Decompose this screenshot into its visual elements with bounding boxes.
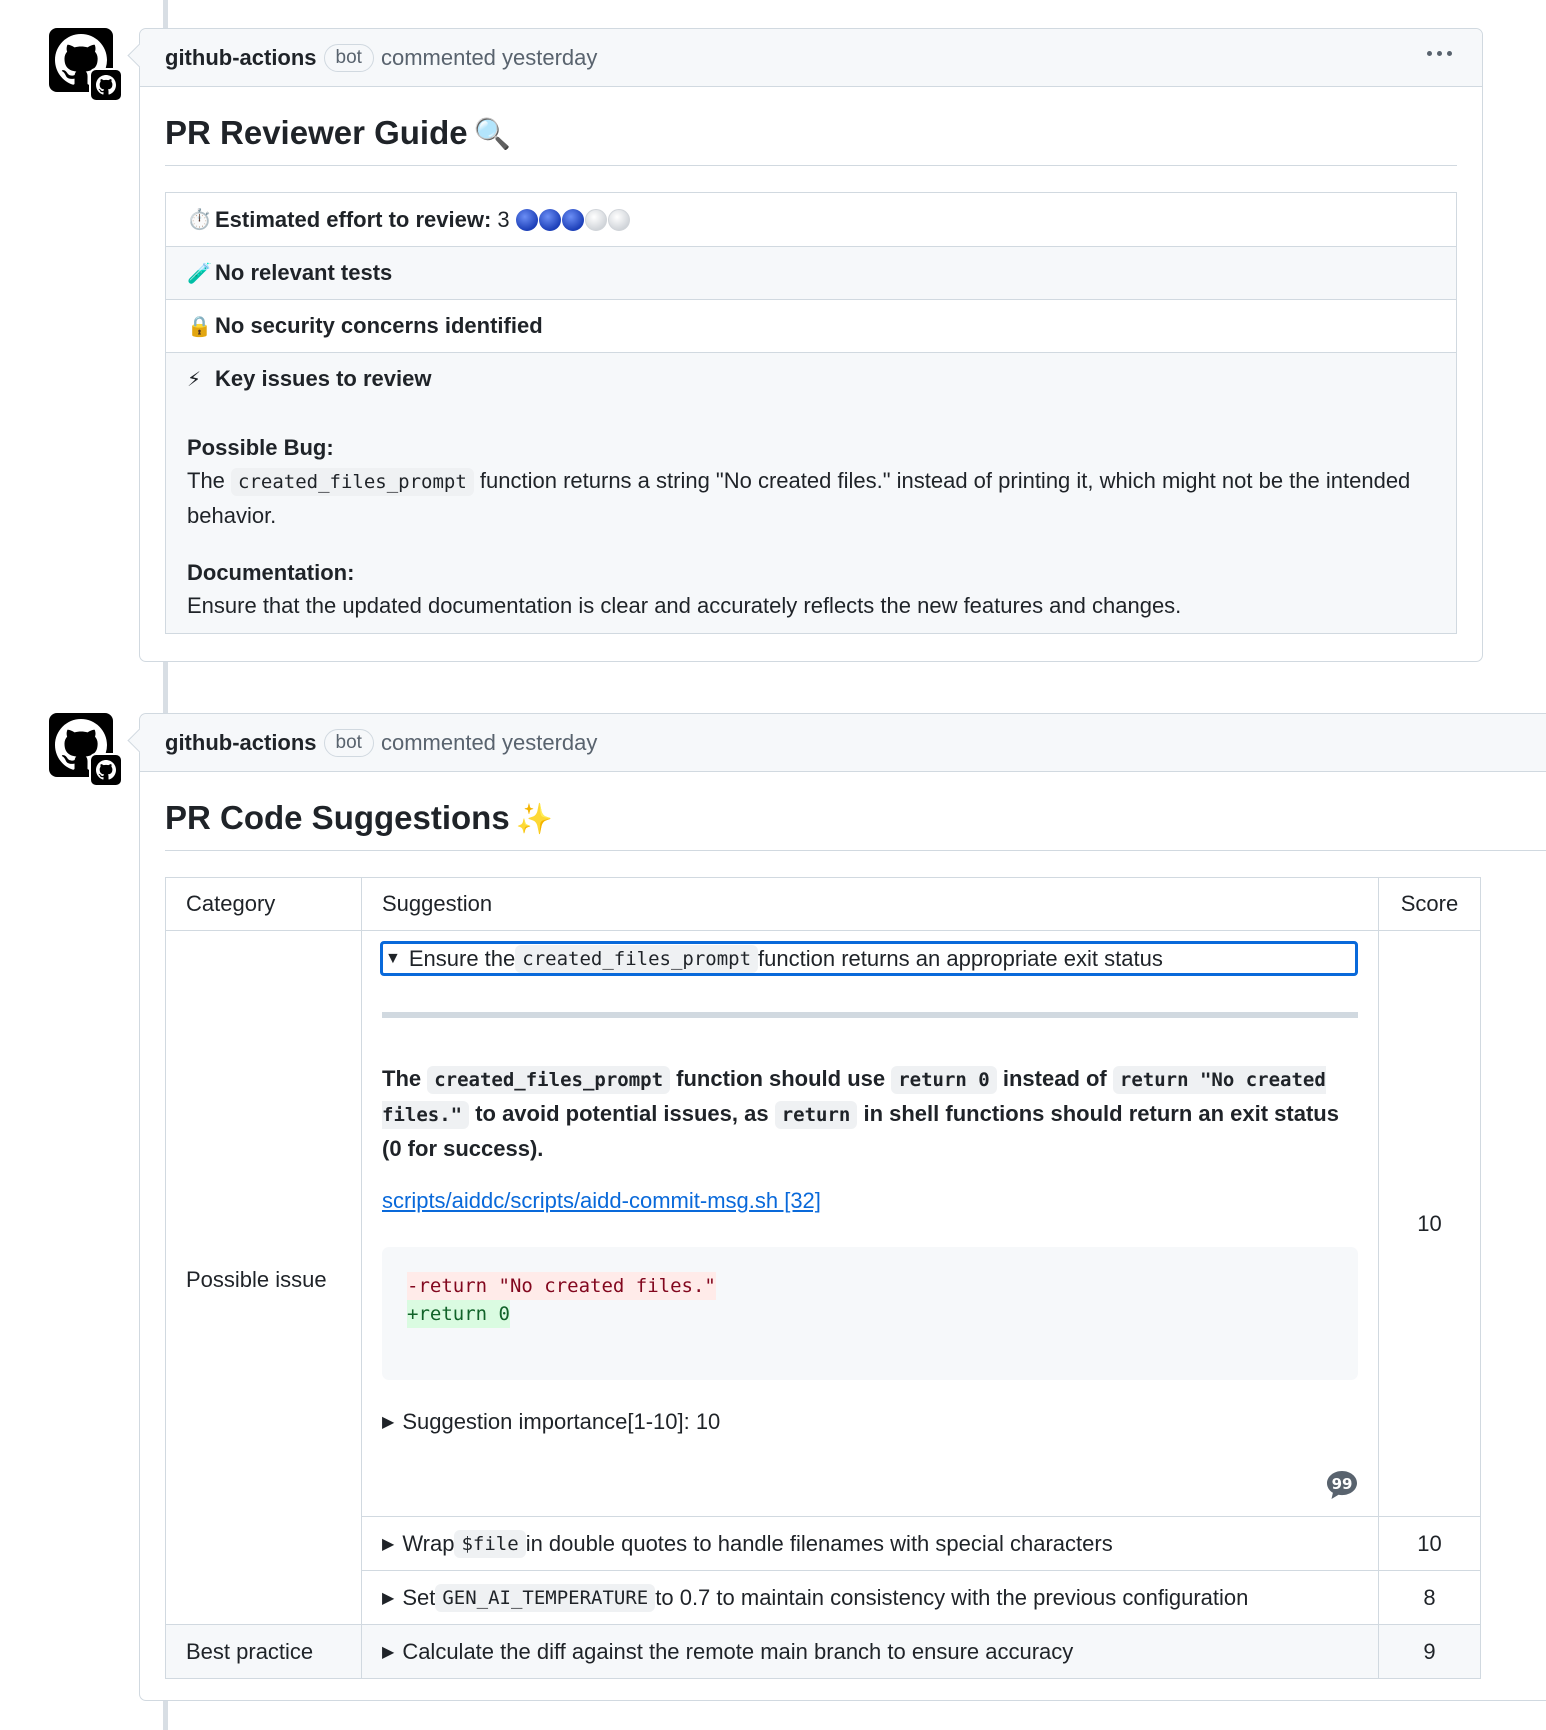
inline-code: created_files_prompt bbox=[231, 468, 474, 496]
effort-label: Estimated effort to review: bbox=[215, 206, 492, 232]
github-app-badge bbox=[89, 68, 123, 102]
svg-text:99: 99 bbox=[1332, 1475, 1353, 1493]
suggestion-description: The created_files_prompt function should… bbox=[382, 1066, 1339, 1161]
rating-dot-empty bbox=[584, 208, 607, 231]
comment-header: github-actions bot commented yesterday bbox=[140, 29, 1482, 87]
comment-timestamp[interactable]: commented yesterday bbox=[381, 730, 597, 756]
suggestion-summary-toggle[interactable]: ▶ Calculate the diff against the remote m… bbox=[382, 1625, 1358, 1678]
suggestion-summary-toggle[interactable]: ▶ Wrap $file in double quotes to handle f… bbox=[382, 1517, 1358, 1570]
comment-quote-icon[interactable]: 99 bbox=[1326, 1470, 1358, 1500]
page-title: PR Reviewer Guide 🔍 bbox=[165, 87, 1457, 166]
diff-removed-line: -return "No created files." bbox=[407, 1272, 716, 1300]
comment-code-suggestions: github-actions bot commented yesterday P… bbox=[139, 713, 1546, 1701]
comment-body: PR Code Suggestions ✨ Category Suggestion… bbox=[140, 772, 1546, 1679]
table-row: ▶ Set GEN_AI_TEMPERATURE to 0.7 to mainta… bbox=[166, 1570, 1481, 1625]
test-tube-icon: 🧪 bbox=[187, 262, 212, 285]
divider bbox=[382, 1012, 1358, 1018]
score-cell: 10 bbox=[1378, 930, 1481, 1517]
key-issues-label: Key issues to review bbox=[215, 366, 432, 391]
suggestion-cell: ▶ Set GEN_AI_TEMPERATURE to 0.7 to mainta… bbox=[361, 1570, 1379, 1625]
category-cell: Possible issue bbox=[165, 930, 362, 1625]
triangle-right-icon: ▶ bbox=[382, 1643, 395, 1661]
lightning-icon: ⚡ bbox=[187, 368, 202, 391]
rating-dot-filled bbox=[538, 208, 561, 231]
tests-label: No relevant tests bbox=[215, 260, 393, 285]
diff-code-block: -return "No created files." +return 0 bbox=[382, 1247, 1358, 1380]
rating-dot-filled bbox=[515, 208, 538, 231]
documentation-text: Ensure that the updated documentation is… bbox=[187, 593, 1182, 618]
avatar[interactable] bbox=[49, 28, 123, 102]
comment-body: PR Reviewer Guide 🔍 ⏱️ Estimated effort t… bbox=[140, 87, 1482, 634]
table-row: Best practice ▶ Calculate the diff agains… bbox=[165, 1624, 1481, 1679]
comment-author[interactable]: github-actions bbox=[165, 45, 317, 71]
rating-dot-empty bbox=[607, 208, 630, 231]
bot-badge: bot bbox=[323, 728, 374, 757]
documentation-label: Documentation: bbox=[187, 560, 355, 585]
suggestions-title: PR Code Suggestions bbox=[165, 799, 510, 836]
score-cell: 10 bbox=[1378, 1516, 1481, 1571]
effort-value: 3 bbox=[497, 206, 510, 232]
timeline-line bbox=[163, 1700, 168, 1730]
github-mark-icon bbox=[96, 760, 116, 780]
page-title: PR Code Suggestions ✨ bbox=[165, 772, 1546, 851]
importance-toggle[interactable]: ▶ Suggestion importance[1-10]: 10 bbox=[382, 1406, 1358, 1438]
reviewer-guide-table: ⏱️ Estimated effort to review: 3 🧪 No re… bbox=[165, 192, 1457, 634]
diff-added-line: +return 0 bbox=[407, 1300, 510, 1328]
table-row: Possible issue ▼ Ensure the created_files… bbox=[165, 930, 1481, 1625]
guide-title: PR Reviewer Guide bbox=[165, 114, 468, 151]
category-cell: Best practice bbox=[165, 1624, 362, 1679]
suggestion-summary-toggle[interactable]: ▶ Set GEN_AI_TEMPERATURE to 0.7 to mainta… bbox=[382, 1571, 1358, 1624]
triangle-right-icon: ▶ bbox=[382, 1414, 395, 1431]
bot-badge: bot bbox=[323, 43, 374, 72]
inline-code: GEN_AI_TEMPERATURE bbox=[435, 1583, 656, 1612]
key-issues-row: ⚡ Key issues to review Possible Bug: The … bbox=[166, 352, 1456, 633]
triangle-right-icon: ▶ bbox=[382, 1535, 395, 1553]
timeline-line bbox=[163, 661, 168, 713]
score-cell: 9 bbox=[1378, 1624, 1481, 1679]
possible-bug-label: Possible Bug: bbox=[187, 435, 334, 460]
suggestion-cell: ▶ Wrap $file in double quotes to handle f… bbox=[361, 1516, 1379, 1571]
lock-icon: 🔒 bbox=[187, 315, 212, 338]
reaction-row: 99 bbox=[382, 1438, 1358, 1516]
triangle-down-icon: ▼ bbox=[385, 949, 401, 967]
security-label: No security concerns identified bbox=[215, 313, 543, 338]
avatar[interactable] bbox=[49, 713, 123, 787]
comment-timestamp[interactable]: commented yesterday bbox=[381, 45, 597, 71]
security-row: 🔒 No security concerns identified bbox=[166, 299, 1456, 352]
stopwatch-icon: ⏱️ bbox=[187, 209, 212, 231]
github-mark-icon bbox=[96, 75, 116, 95]
timeline-line bbox=[163, 0, 168, 28]
inline-code: created_files_prompt bbox=[515, 944, 759, 973]
magnifier-icon: 🔍 bbox=[473, 118, 511, 151]
table-header-row: Category Suggestion Score bbox=[165, 877, 1481, 931]
comment-author[interactable]: github-actions bbox=[165, 730, 317, 756]
more-options-icon[interactable] bbox=[1427, 51, 1452, 56]
triangle-right-icon: ▶ bbox=[382, 1589, 395, 1607]
sparkles-icon: ✨ bbox=[515, 803, 554, 836]
table-row: ▶ Wrap $file in double quotes to handle f… bbox=[166, 1516, 1481, 1571]
suggestion-summary-toggle[interactable]: ▼ Ensure the created_files_prompt functio… bbox=[380, 941, 1358, 976]
github-app-badge bbox=[89, 753, 123, 787]
suggestions-table: Category Suggestion Score Possible issue… bbox=[165, 877, 1481, 1679]
effort-rating bbox=[515, 208, 630, 231]
suggestion-cell-expanded: ▼ Ensure the created_files_prompt functio… bbox=[361, 930, 1379, 1517]
comment-header: github-actions bot commented yesterday bbox=[140, 714, 1546, 772]
tests-row: 🧪 No relevant tests bbox=[166, 246, 1456, 299]
effort-row: ⏱️ Estimated effort to review: 3 bbox=[166, 193, 1456, 246]
column-header-suggestion: Suggestion bbox=[361, 877, 1379, 931]
suggestion-cell: ▶ Calculate the diff against the remote m… bbox=[361, 1624, 1379, 1679]
column-header-category: Category bbox=[165, 877, 362, 931]
rating-dot-filled bbox=[561, 208, 584, 231]
possible-bug-text: The created_files_prompt function return… bbox=[187, 468, 1411, 528]
file-link[interactable]: scripts/aiddc/scripts/aidd-commit-msg.sh… bbox=[382, 1185, 1358, 1217]
inline-code: $file bbox=[454, 1529, 526, 1558]
column-header-score: Score bbox=[1378, 877, 1481, 931]
comment-reviewer-guide: github-actions bot commented yesterday P… bbox=[139, 28, 1483, 662]
score-cell: 8 bbox=[1378, 1570, 1481, 1625]
